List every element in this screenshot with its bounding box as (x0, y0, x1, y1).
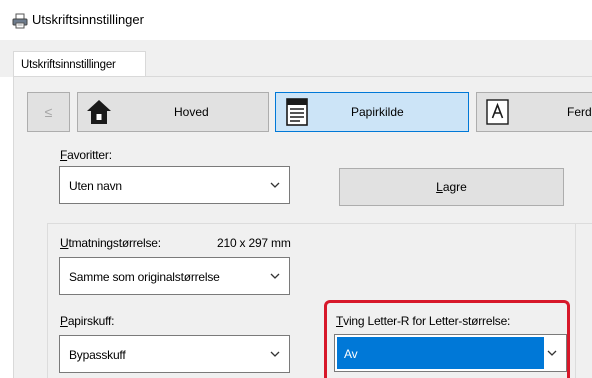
nav-paper-source-button[interactable]: Papirkilde (275, 92, 469, 132)
output-size-dimensions: 210 x 297 mm (217, 236, 291, 250)
window-title: Utskriftsinnstillinger (32, 12, 144, 27)
nav-main-button[interactable]: Hoved (77, 92, 269, 132)
highlight-frame (324, 300, 570, 378)
output-size-label: Utmatningstørrelse: (60, 236, 161, 250)
nav-paper-source-label: Papirkilde (351, 105, 404, 119)
chevron-down-icon (270, 351, 280, 357)
favorites-select[interactable]: Uten navn (59, 166, 290, 204)
title-bar: Utskriftsinnstillinger (0, 0, 592, 40)
groupbox-divider (575, 223, 576, 378)
chevron-down-icon (270, 182, 280, 188)
save-button[interactable]: Lagre (339, 168, 564, 206)
paper-tray-label: Papirskuff: (60, 314, 115, 328)
paper-tray-icon (286, 98, 308, 126)
printer-icon (12, 13, 28, 29)
favorites-value: Uten navn (69, 179, 122, 193)
nav-finishing-button[interactable]: Ferdig (476, 92, 592, 132)
tab-print-settings[interactable]: Utskriftsinnstillinger (13, 51, 146, 77)
paper-tray-select[interactable]: Bypasskuff (59, 335, 290, 373)
nav-main-label: Hoved (174, 105, 209, 119)
nav-prev-button[interactable]: ≤ (27, 92, 70, 132)
paper-tray-value: Bypasskuff (69, 348, 126, 362)
chevron-down-icon (270, 273, 280, 279)
favorites-label: Favoritter: (60, 148, 112, 162)
output-size-value: Samme som originalstørrelse (69, 270, 220, 284)
nav-finishing-label: Ferdig (567, 105, 592, 119)
output-size-select[interactable]: Samme som originalstørrelse (59, 257, 290, 295)
home-icon (87, 100, 111, 124)
finishing-icon (486, 99, 509, 125)
